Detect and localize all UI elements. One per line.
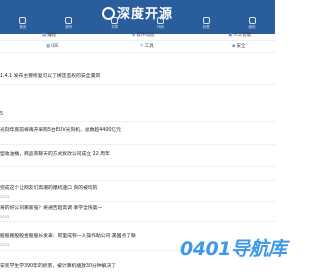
news-divider [0, 201, 275, 202]
user-icon [248, 17, 256, 24]
category-security[interactable]: ◆安全 [232, 41, 245, 52]
category-ide[interactable]: ▦IDE [46, 41, 59, 52]
news-title[interactable]: 将的好公司哪家强？将通告超高调 事学全快第一 [0, 206, 102, 212]
article-icon [111, 17, 119, 24]
watermark-text: 0401导航库 [180, 238, 287, 260]
wrench-icon: ✎ [140, 44, 144, 49]
grid-icon: ▦ [46, 44, 51, 49]
news-date: 2023 [0, 215, 10, 219]
news-divider [0, 144, 275, 145]
news-title[interactable]: 安装学生学390年的损害，被计算机播放30分钟解决了 [0, 264, 116, 270]
news-title[interactable]: 股股路股股金股股长发表：阿里成称一人操作助公司 美国点了联 [0, 234, 136, 240]
grid-icon: ▦ [42, 33, 47, 38]
category-tools[interactable]: ✎工具 [140, 41, 154, 52]
news-title[interactable]: 1.4.1 发布主要修复可以了绑定监权的安全漏洞 [0, 74, 100, 80]
watermark-logo: 0401导航库 [180, 236, 287, 266]
category-divider [0, 52, 275, 53]
news-title[interactable]: 光刻年底前将再开采购5台EUV光刻机，总数超4400亿元 [0, 128, 121, 134]
news-divider [0, 221, 275, 222]
shield-icon: ◆ [232, 44, 236, 49]
news-icon [65, 17, 73, 24]
top-bar: 深度开源 首页 资讯 文章 代码 标签 我的 [0, 0, 275, 34]
code-icon [156, 17, 164, 24]
star-icon [202, 17, 210, 24]
news-divider [0, 84, 275, 85]
news-date: 2023 [0, 243, 10, 247]
news-title[interactable]: 完成这个让网友们高潮的爆机速口 真的被玩的 [0, 186, 97, 192]
news-title[interactable]: 型收油桶，商品有聊天的方式拆改公司成立 22 周年 [0, 152, 110, 158]
category-row: ▦IDE ✎工具 ◆安全 [0, 41, 275, 52]
news-divider [0, 121, 275, 122]
home-icon [19, 17, 27, 24]
news-divider [0, 180, 275, 181]
news-divider [0, 166, 275, 167]
layers-icon: ◈ [132, 33, 136, 38]
news-title[interactable]: 5 [0, 112, 3, 118]
news-date: 2023 [0, 195, 10, 199]
chip-icon: ▣ [228, 33, 233, 38]
